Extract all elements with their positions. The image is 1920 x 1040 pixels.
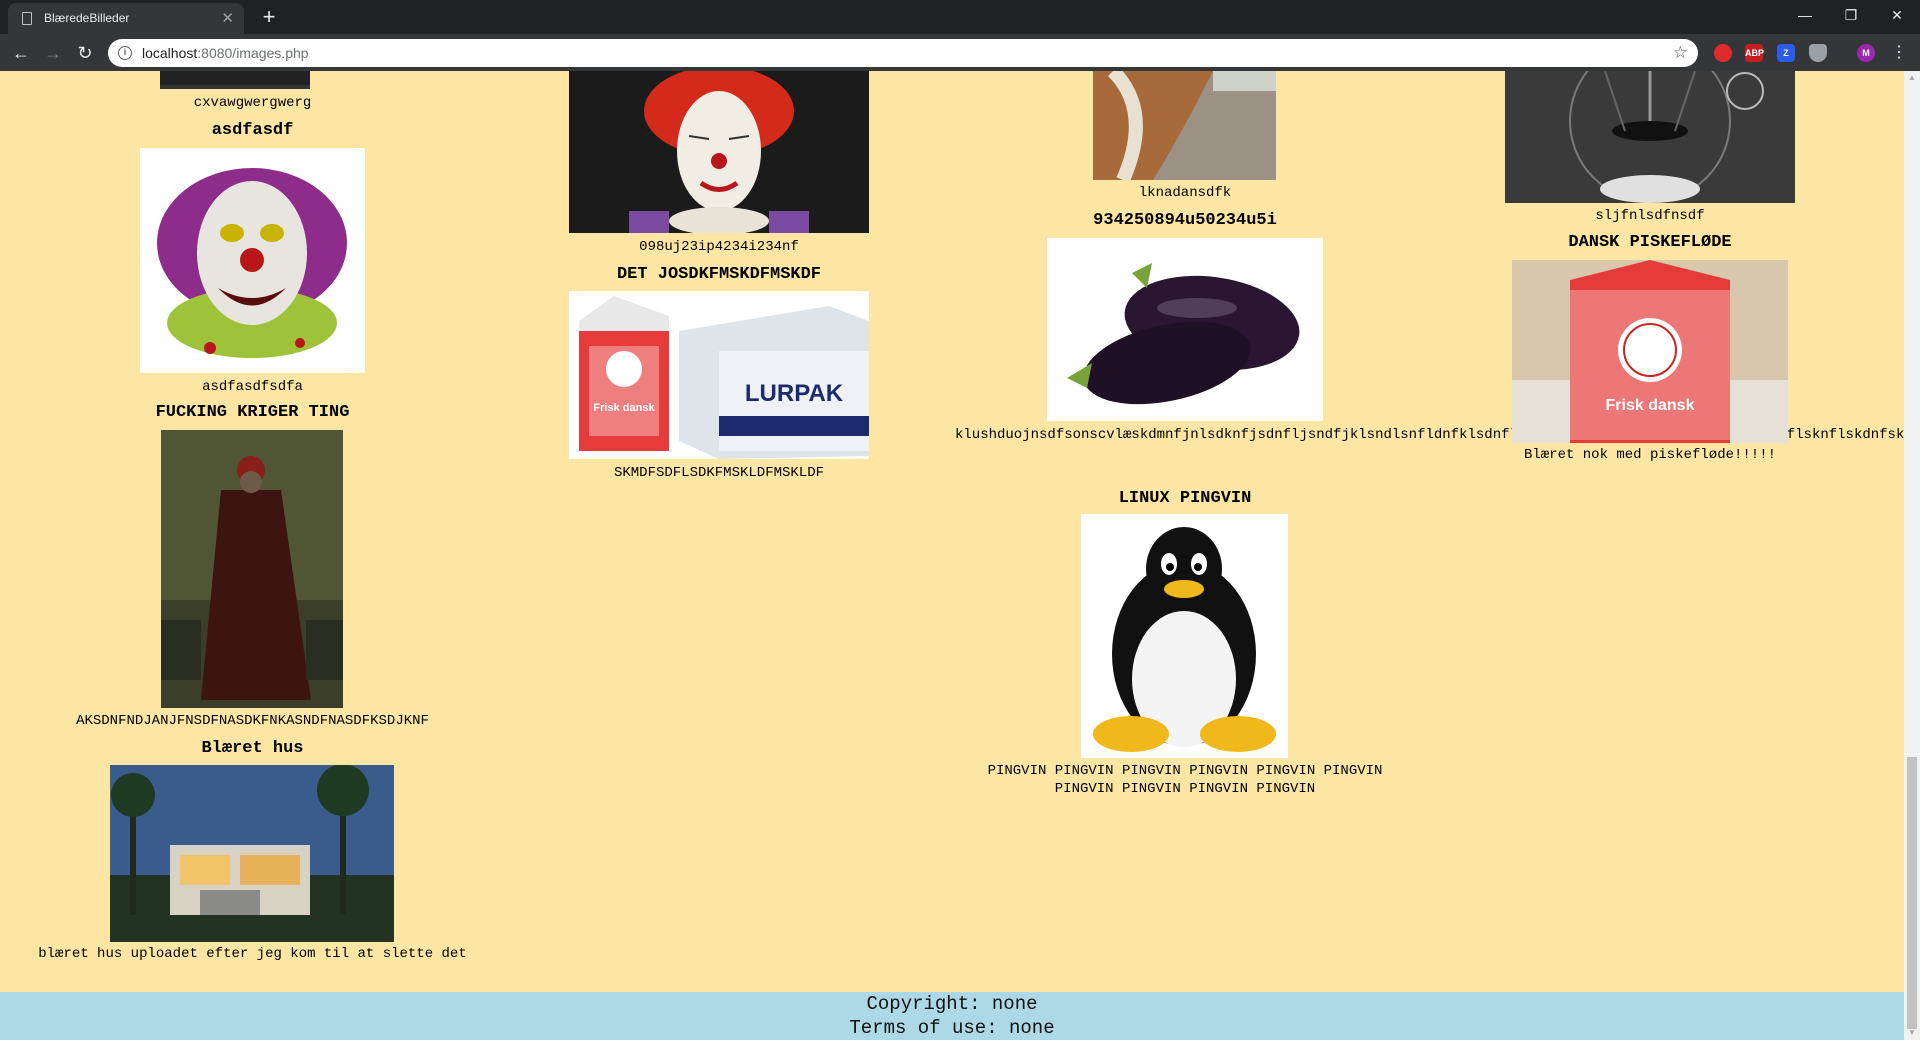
image-description: sljfnlsdfnsdf bbox=[1595, 208, 1705, 224]
browser-tab[interactable]: BlæredeBilleder ✕ bbox=[8, 3, 244, 34]
image-description: 098uj23ip4234i234nf bbox=[639, 239, 799, 255]
gallery-image bbox=[1047, 238, 1323, 421]
gallery-image bbox=[1081, 514, 1288, 758]
butter-and-cream-icon: Frisk dansk LURPAK bbox=[569, 291, 869, 459]
profile-avatar[interactable]: M bbox=[1857, 44, 1875, 62]
new-tab-button[interactable]: + bbox=[256, 4, 282, 30]
warrior-icon bbox=[161, 430, 343, 708]
page-footer: Copyright: none Terms of use: none bbox=[0, 992, 1904, 1040]
page-scrollbar[interactable]: ▲ ▼ bbox=[1904, 71, 1920, 1040]
back-icon[interactable]: ← bbox=[8, 40, 34, 66]
gallery-image bbox=[110, 765, 394, 942]
clown-icon bbox=[569, 71, 869, 233]
browser-toolbar: ← → ↻ i localhost:8080/images.php ☆ ABP … bbox=[0, 34, 1920, 71]
forward-icon[interactable]: → bbox=[40, 40, 66, 66]
svg-text:Frisk dansk: Frisk dansk bbox=[1606, 397, 1695, 414]
scroll-down-icon[interactable]: ▼ bbox=[1907, 1028, 1917, 1038]
menu-icon[interactable]: ⋮ bbox=[1886, 40, 1912, 66]
gallery-image bbox=[569, 71, 869, 233]
image-title: 934250894u50234u5i bbox=[1093, 211, 1277, 230]
eggplant-icon bbox=[1047, 238, 1323, 421]
image-description: PINGVIN PINGVIN PINGVIN PINGVIN PINGVIN … bbox=[987, 763, 1383, 797]
image-description: AKSDNFNDJANJFNSDFNASDKFNKASNDFNASDFKSDJK… bbox=[76, 713, 429, 729]
url-text: localhost:8080/images.php bbox=[142, 45, 309, 61]
animal-fur-icon bbox=[1093, 71, 1276, 180]
image-title: Blæret hus bbox=[201, 739, 304, 758]
svg-text:LURPAK: LURPAK bbox=[745, 380, 844, 407]
image-description: asdfasdfsdfa bbox=[202, 379, 303, 395]
bookmark-star-icon[interactable]: ☆ bbox=[1673, 39, 1688, 67]
browser-tab-bar: BlæredeBilleder ✕ + — ❐ ✕ bbox=[0, 0, 1920, 34]
svg-text:Frisk dansk: Frisk dansk bbox=[593, 402, 655, 414]
evil-clown-icon bbox=[157, 168, 347, 358]
terms-text: Terms of use: none bbox=[849, 1017, 1055, 1039]
scrollbar-thumb[interactable] bbox=[1907, 757, 1917, 1029]
gallery-image bbox=[140, 148, 365, 373]
close-window-icon[interactable]: ✕ bbox=[1874, 0, 1920, 30]
image-title: DET JOSDKFMSKDFMSKDF bbox=[616, 265, 822, 284]
tab-title: BlæredeBilleder bbox=[44, 11, 130, 25]
image-description: SKMDFSDFLSDKFMSKLDFMSKLDF bbox=[613, 465, 825, 481]
image-title: asdfasdf bbox=[211, 121, 294, 140]
gallery-image: Frisk dansk bbox=[1512, 260, 1788, 443]
extension-z-icon[interactable]: Z bbox=[1777, 44, 1795, 62]
close-tab-icon[interactable]: ✕ bbox=[221, 3, 234, 34]
image-description: klushduojnsdfsonscvlæskdmnfjnlsdknfjsdnf… bbox=[955, 427, 1904, 443]
image-description: lknadansdfk bbox=[1138, 185, 1232, 201]
image-title: LINUX PINGVIN bbox=[1118, 489, 1252, 508]
sci-fi-image-icon bbox=[1505, 71, 1795, 203]
address-bar[interactable]: i localhost:8080/images.php ☆ bbox=[108, 39, 1698, 67]
info-icon[interactable]: i bbox=[118, 46, 132, 60]
gallery-image bbox=[160, 71, 310, 89]
copyright-text: Copyright: none bbox=[866, 993, 1038, 1015]
minimize-icon[interactable]: — bbox=[1782, 0, 1828, 30]
image-description: cxvawgwergwerg bbox=[193, 95, 312, 111]
scroll-up-icon[interactable]: ▲ bbox=[1907, 73, 1917, 83]
adblock-plus-icon[interactable]: ABP bbox=[1745, 44, 1764, 62]
gallery-image bbox=[161, 430, 343, 708]
image-description: Blæret nok med piskefløde!!!!! bbox=[1523, 447, 1777, 463]
image-title: DANSK PISKEFLØDE bbox=[1568, 233, 1732, 252]
extension-red-icon[interactable] bbox=[1714, 44, 1732, 62]
gallery-image: Frisk dansk LURPAK bbox=[569, 291, 869, 459]
gallery-image bbox=[1505, 71, 1795, 203]
reload-icon[interactable]: ↻ bbox=[72, 40, 98, 66]
document-icon bbox=[22, 12, 32, 25]
cream-carton-icon: Frisk dansk bbox=[1512, 260, 1788, 443]
shield-extension-icon[interactable] bbox=[1809, 44, 1827, 62]
dark-image-icon bbox=[160, 85, 310, 89]
penguin-icon bbox=[1081, 514, 1288, 758]
image-title: FUCKING KRIGER TING bbox=[155, 403, 350, 422]
page-content: cxvawgwergwerg asdfasdf asdfasdfsdfa FUC… bbox=[0, 71, 1904, 1040]
gallery-image bbox=[1093, 71, 1276, 180]
modern-house-icon bbox=[110, 765, 394, 942]
image-description: blæret hus uploadet efter jeg kom til at… bbox=[38, 946, 467, 962]
restore-icon[interactable]: ❐ bbox=[1828, 0, 1874, 30]
